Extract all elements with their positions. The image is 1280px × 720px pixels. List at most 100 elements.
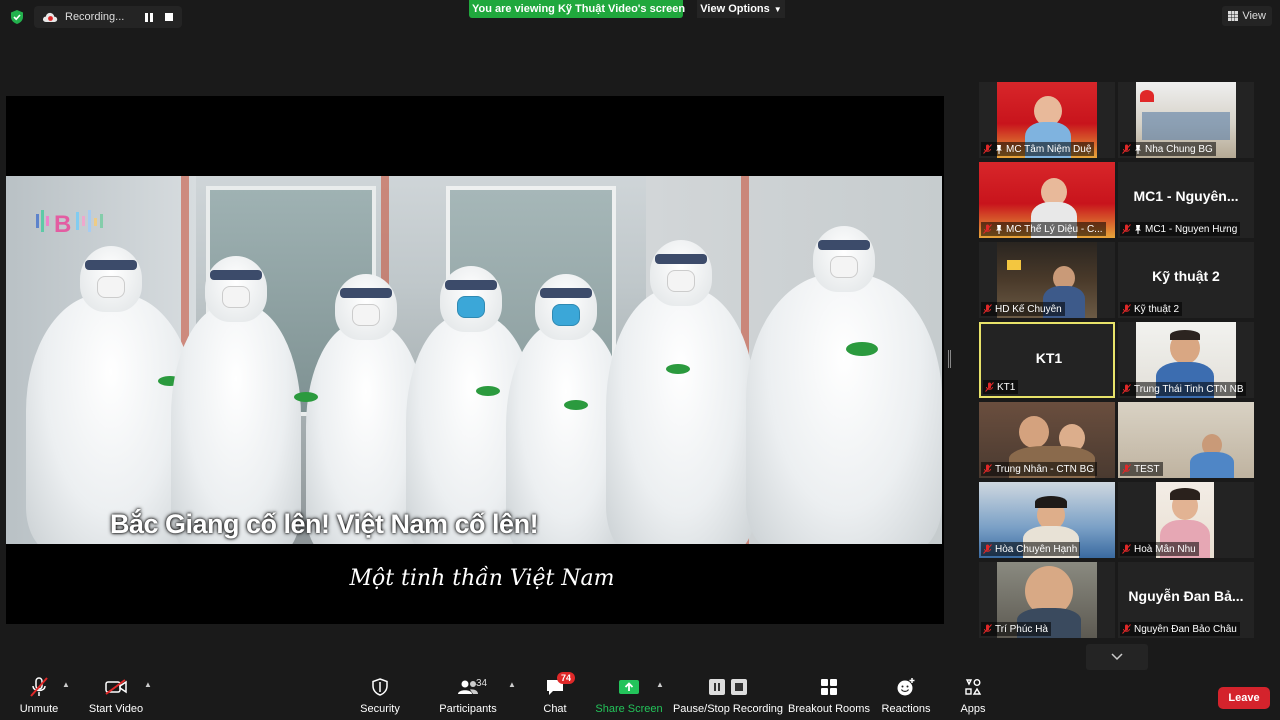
participant-tile[interactable]: MC Tâm Niệm Duệ	[979, 82, 1115, 158]
pin-icon	[996, 224, 1002, 234]
participant-name: MC Tâm Niệm Duệ	[1006, 143, 1092, 155]
breakout-rooms-button[interactable]: Breakout Rooms	[788, 676, 870, 720]
participant-tile[interactable]: Trung Thái Tinh CTN NB	[1118, 322, 1254, 398]
pause-recording-icon[interactable]	[142, 10, 156, 24]
mic-muted-icon	[1122, 224, 1131, 234]
worker-figure	[746, 226, 942, 544]
cloud-record-icon	[42, 12, 58, 22]
view-options-button[interactable]: View Options ▼	[697, 0, 785, 18]
participant-tile[interactable]: Hòa Chuyên Hạnh	[979, 482, 1115, 558]
participant-name-label: Trung Nhân - CTN BG	[981, 462, 1098, 476]
participant-name-label: Hòa Chuyên Hạnh	[981, 542, 1081, 556]
video-frame-healthcare-workers: B Bắc Giang cố lên! Việt Nam cố lên!	[6, 176, 942, 544]
security-label: Security	[360, 703, 400, 715]
video-caption: Một tinh thần Việt Nam	[349, 566, 615, 591]
shared-screen-video: B Bắc Giang cố lên! Việt Nam cố lên! Một…	[6, 96, 944, 624]
apps-icon	[961, 676, 985, 698]
pin-icon	[1135, 224, 1141, 234]
shield-check-icon[interactable]	[10, 10, 24, 24]
mic-muted-icon	[983, 464, 992, 474]
participants-count: 34	[476, 678, 488, 689]
participants-label: Participants	[439, 703, 497, 715]
shield-icon	[368, 676, 392, 698]
share-screen-label: Share Screen	[595, 703, 663, 715]
split-resize-handle[interactable]	[948, 350, 951, 368]
viewing-screen-banner: You are viewing Kỹ Thuật Video's screen	[469, 0, 686, 18]
start-video-button[interactable]: Start Video	[88, 676, 144, 720]
chat-button[interactable]: 74 Chat	[540, 672, 576, 720]
participant-tile[interactable]: Kỹ thuật 2 Kỹ thuật 2	[1118, 242, 1254, 318]
smiley-plus-icon	[894, 676, 918, 698]
grid-view-icon	[1228, 11, 1239, 21]
audio-options-caret-icon[interactable]: ▲	[62, 680, 70, 689]
worker-figure	[171, 256, 301, 544]
view-options-label: View Options	[700, 3, 770, 15]
pin-icon	[1135, 144, 1141, 154]
apps-button[interactable]: Apps	[958, 676, 988, 720]
mic-muted-icon	[1122, 544, 1131, 554]
reactions-label: Reactions	[881, 703, 931, 715]
reactions-button[interactable]: Reactions	[882, 676, 930, 720]
view-layout-button[interactable]: View	[1222, 6, 1272, 26]
recording-label: Recording...	[65, 11, 125, 23]
share-screen-button[interactable]: Share Screen	[595, 676, 663, 720]
pause-stop-recording-button[interactable]: Pause/Stop Recording	[672, 676, 784, 720]
gallery-next-page-button[interactable]	[1086, 644, 1148, 670]
participant-tile[interactable]: Trí Phúc Hà	[979, 562, 1115, 638]
participant-tile[interactable]: MC Thế Lý Diệu - C...	[979, 162, 1115, 238]
chat-label: Chat	[543, 703, 567, 715]
mic-muted-icon	[983, 224, 992, 234]
participant-tile[interactable]: Nguyễn Đan Bả... Nguyễn Đan Bảo Châu	[1118, 562, 1254, 638]
participant-tile[interactable]: Hoà Mẫn Nhu	[1118, 482, 1254, 558]
stop-recording-icon[interactable]	[162, 10, 176, 24]
security-button[interactable]: Security	[356, 676, 404, 720]
mic-muted-icon	[983, 624, 992, 634]
participant-name: Kỹ thuật 2	[1134, 303, 1180, 315]
mic-muted-icon	[1122, 304, 1131, 314]
unmute-button[interactable]: Unmute	[18, 676, 60, 720]
video-off-icon	[104, 676, 128, 698]
video-subtitle: Bắc Giang cố lên! Việt Nam cố lên!	[109, 509, 539, 539]
share-options-caret-icon[interactable]: ▲	[656, 680, 664, 689]
participants-button[interactable]: 34 Participants	[439, 676, 497, 720]
participant-display-name: MC1 - Nguyên...	[1133, 188, 1239, 204]
viewing-banner-text: You are viewing Kỹ Thuật Video's screen	[471, 3, 686, 15]
participant-name: Nha Chung BG	[1145, 143, 1213, 155]
svg-text:B: B	[54, 211, 71, 238]
participant-name-label: TEST	[1120, 462, 1163, 476]
participant-name: Trí Phúc Hà	[995, 623, 1048, 635]
participants-options-caret-icon[interactable]: ▲	[508, 680, 516, 689]
mic-muted-icon	[1122, 384, 1131, 394]
participant-name-label: Nha Chung BG	[1120, 142, 1216, 156]
unmute-label: Unmute	[19, 703, 59, 715]
pause-stop-recording-label: Pause/Stop Recording	[672, 703, 784, 715]
participant-name: Trung Thái Tinh CTN NB	[1134, 383, 1244, 395]
participant-display-name: Kỹ thuật 2	[1152, 268, 1220, 284]
chevron-down-icon	[1111, 653, 1123, 661]
meeting-top-bar: Recording... You are viewing Kỹ Thuật Vi…	[0, 0, 1280, 34]
participant-tile-active-speaker[interactable]: KT1 KT1	[979, 322, 1115, 398]
participant-tile[interactable]: MC1 - Nguyên... MC1 - Nguyen Hưng	[1118, 162, 1254, 238]
participant-display-name: KT1	[1035, 350, 1063, 366]
share-screen-icon	[617, 676, 641, 698]
participant-name-label: MC Thế Lý Diệu - C...	[981, 222, 1106, 236]
mic-muted-icon	[983, 144, 992, 154]
participant-name: Nguyễn Đan Bảo Châu	[1134, 623, 1237, 635]
channel-logo-watermark: B	[36, 210, 103, 238]
participant-tile[interactable]: Nha Chung BG	[1118, 82, 1254, 158]
people-icon: 34	[456, 676, 487, 698]
video-options-caret-icon[interactable]: ▲	[144, 680, 152, 689]
leave-meeting-button[interactable]: Leave	[1218, 687, 1270, 709]
participant-name-label: MC1 - Nguyen Hưng	[1120, 222, 1241, 236]
participant-name-label: HD Kế Chuyên	[981, 302, 1065, 316]
participant-tile[interactable]: Trung Nhân - CTN BG	[979, 402, 1115, 478]
participant-tile[interactable]: HD Kế Chuyên	[979, 242, 1115, 318]
apps-label: Apps	[960, 703, 986, 715]
pin-icon	[996, 144, 1002, 154]
chevron-down-icon: ▼	[773, 4, 782, 14]
pause-stop-icon	[706, 676, 750, 698]
participant-name: Hòa Chuyên Hạnh	[995, 543, 1078, 555]
worker-figure	[606, 240, 756, 544]
participant-tile[interactable]: TEST	[1118, 402, 1254, 478]
mic-muted-icon	[983, 544, 992, 554]
